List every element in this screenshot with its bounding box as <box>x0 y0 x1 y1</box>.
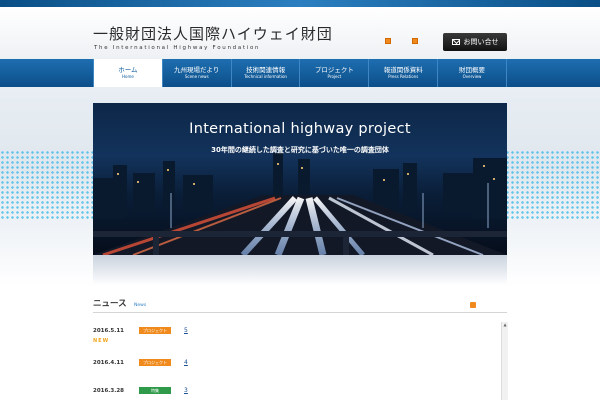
nav-label-jp: 九州現場だより <box>174 66 220 74</box>
decorative-dots-right <box>505 150 600 220</box>
nav-item-technical-information[interactable]: 技術関連情報 Technical information <box>232 59 301 87</box>
font-size-large-icon[interactable] <box>412 38 418 44</box>
news-scrollbar[interactable]: ▲ <box>501 322 508 400</box>
contact-button[interactable]: お問い合せ <box>443 33 507 51</box>
nav-label-en: Scene news <box>184 74 209 79</box>
news-category-badge: プロジェクト <box>139 327 171 334</box>
decorative-dots-left <box>0 150 95 220</box>
news-heading-english: News <box>134 303 147 308</box>
site-header: 一般財団法人国際ハイウェイ財団 The International Highwa… <box>0 7 600 59</box>
nav-label-jp: 報道関係資料 <box>383 66 423 74</box>
news-category-badge: プロジェクト <box>139 359 171 366</box>
site-logo-english: The International Highway Foundation <box>94 45 261 51</box>
news-link[interactable]: 3 <box>184 387 188 394</box>
nav-label-jp: 技術関連情報 <box>246 66 286 74</box>
nav-label-en: Technical information <box>244 74 287 79</box>
top-accent-bar <box>0 0 600 7</box>
news-link[interactable]: 5 <box>184 327 188 334</box>
nav-label-en: Project <box>327 74 342 79</box>
scroll-up-arrow-icon[interactable]: ▲ <box>502 322 508 328</box>
site-logo-japanese[interactable]: 一般財団法人国際ハイウェイ財団 <box>93 23 333 44</box>
nav-label-en: Home <box>122 74 134 79</box>
news-date: 2016.4.11 <box>93 360 124 366</box>
hero-reflection <box>93 255 507 285</box>
nav-item-scene-news[interactable]: 九州現場だより Scene news <box>163 59 232 87</box>
nav-item-home[interactable]: ホーム Home <box>93 59 163 87</box>
news-item: 2016.5.11 プロジェクト 5 NEW <box>93 322 493 344</box>
news-date: 2016.3.28 <box>93 388 124 394</box>
news-category-badge: 特集 <box>139 387 171 394</box>
news-list: 2016.5.11 プロジェクト 5 NEW 2016.4.11 プロジェクト … <box>93 318 507 400</box>
font-size-small-icon[interactable] <box>385 38 391 44</box>
new-badge: NEW <box>93 338 110 344</box>
nav-label-jp: 財団概要 <box>459 66 486 74</box>
nav-label-jp: ホーム <box>118 66 138 74</box>
nav-item-project[interactable]: プロジェクト Project <box>300 59 370 87</box>
nav-label-jp: プロジェクト <box>314 66 354 74</box>
nav-item-press-relations[interactable]: 報道関係資料 Press Relations <box>369 59 439 87</box>
news-divider <box>93 312 507 313</box>
hero-title: International highway project <box>189 121 411 137</box>
news-date: 2016.5.11 <box>93 328 124 334</box>
hero-banner: International highway project 30年間の継続した調… <box>93 103 507 255</box>
contact-button-label: お問い合せ <box>463 38 499 46</box>
nav-item-overview[interactable]: 財団概要 Overview <box>438 59 507 87</box>
main-navigation: ホーム Home 九州現場だより Scene news 技術関連情報 Techn… <box>0 59 600 87</box>
news-heading: ニュース <box>93 299 127 309</box>
nav-label-en: Overview <box>462 74 482 79</box>
hero-subtitle: 30年間の継続した調査と研究に基づいた唯一の調査団体 <box>211 146 389 154</box>
news-link[interactable]: 4 <box>184 359 188 366</box>
nav-label-en: Press Relations <box>388 74 419 79</box>
news-item: 2016.3.28 特集 3 <box>93 382 493 398</box>
news-item: 2016.4.11 プロジェクト 4 <box>93 354 493 370</box>
mail-icon <box>451 39 460 45</box>
rss-icon[interactable] <box>470 302 476 308</box>
